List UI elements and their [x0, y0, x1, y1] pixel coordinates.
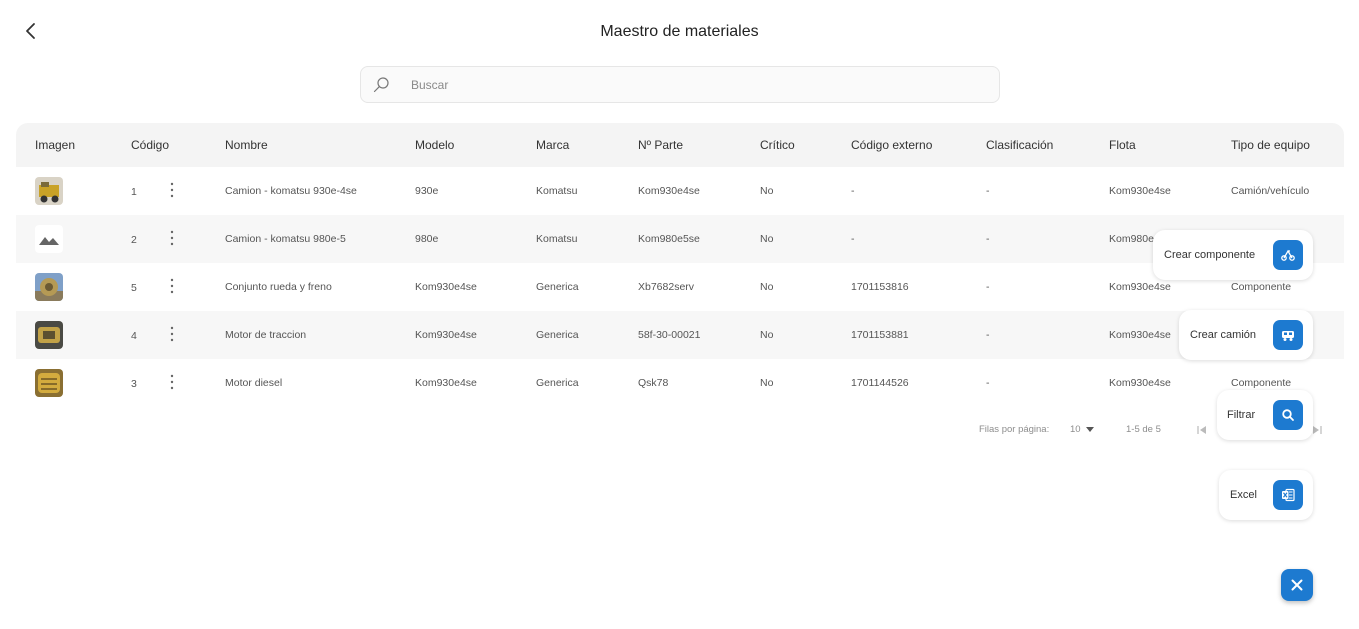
column-header-modelo[interactable]: Modelo	[415, 138, 454, 152]
rows-per-page-value: 10	[1070, 424, 1081, 435]
material-thumbnail	[35, 321, 63, 349]
search-icon	[1273, 400, 1303, 430]
material-thumbnail	[35, 369, 63, 397]
pagination-range: 1-5 de 5	[1126, 424, 1161, 435]
close-speed-dial-button[interactable]	[1281, 569, 1313, 601]
column-header-flota[interactable]: Flota	[1109, 138, 1136, 152]
table-row[interactable]: 5 Conjunto rueda y freno Kom930e4se Gene…	[16, 263, 1344, 311]
table-row[interactable]: 2 Camion - komatsu 980e-5 980e Komatsu K…	[16, 215, 1344, 263]
page-title: Maestro de materiales	[600, 23, 759, 40]
create-truck-button[interactable]: Crear camión	[1179, 310, 1313, 360]
filter-label: Filtrar	[1227, 409, 1256, 421]
create-truck-label: Crear camión	[1190, 329, 1257, 341]
column-header-codigo-externo[interactable]: Código externo	[851, 138, 932, 152]
caret-down-icon	[1085, 427, 1094, 432]
column-header-critico[interactable]: Crítico	[760, 138, 795, 152]
truck-icon	[1273, 320, 1303, 350]
close-icon	[1291, 579, 1303, 591]
component-icon	[1273, 240, 1303, 270]
material-thumbnail	[35, 273, 63, 301]
rows-per-page-label: Filas por página:	[979, 424, 1050, 435]
search-bar	[360, 66, 1000, 103]
image-placeholder-icon	[35, 225, 63, 253]
table-row[interactable]: 3 Motor diesel Kom930e4se Generica Qsk78…	[16, 359, 1344, 407]
search-input[interactable]	[411, 77, 971, 92]
column-header-codigo[interactable]: Código	[131, 138, 169, 152]
row-menu-icon[interactable]	[167, 181, 177, 199]
first-page-icon[interactable]	[1196, 424, 1208, 436]
row-menu-icon[interactable]	[167, 373, 177, 391]
excel-label: Excel	[1230, 489, 1257, 501]
table-header: Imagen Código Nombre Modelo Marca Nº Par…	[16, 123, 1344, 167]
column-header-tipo[interactable]: Tipo de equipo	[1231, 138, 1310, 152]
column-header-imagen[interactable]: Imagen	[35, 138, 75, 152]
column-header-parte[interactable]: Nº Parte	[638, 138, 683, 152]
materials-table: Imagen Código Nombre Modelo Marca Nº Par…	[16, 123, 1344, 407]
table-row[interactable]: 1 Camion - komatsu 930e-4se 930e Komatsu…	[16, 167, 1344, 215]
excel-button[interactable]: Excel	[1219, 470, 1313, 520]
create-component-button[interactable]: Crear componente	[1153, 230, 1313, 280]
search-icon	[373, 76, 389, 92]
table-row[interactable]: 4 Motor de traccion Kom930e4se Generica …	[16, 311, 1344, 359]
rows-per-page-select[interactable]: 10	[1070, 424, 1094, 435]
column-header-marca[interactable]: Marca	[536, 138, 569, 152]
row-menu-icon[interactable]	[167, 325, 177, 343]
row-menu-icon[interactable]	[167, 229, 177, 247]
filter-button[interactable]: Filtrar	[1217, 390, 1313, 440]
excel-icon	[1273, 480, 1303, 510]
create-component-label: Crear componente	[1164, 249, 1256, 261]
material-thumbnail	[35, 177, 63, 205]
column-header-clasificacion[interactable]: Clasificación	[986, 138, 1053, 152]
column-header-nombre[interactable]: Nombre	[225, 138, 268, 152]
row-menu-icon[interactable]	[167, 277, 177, 295]
